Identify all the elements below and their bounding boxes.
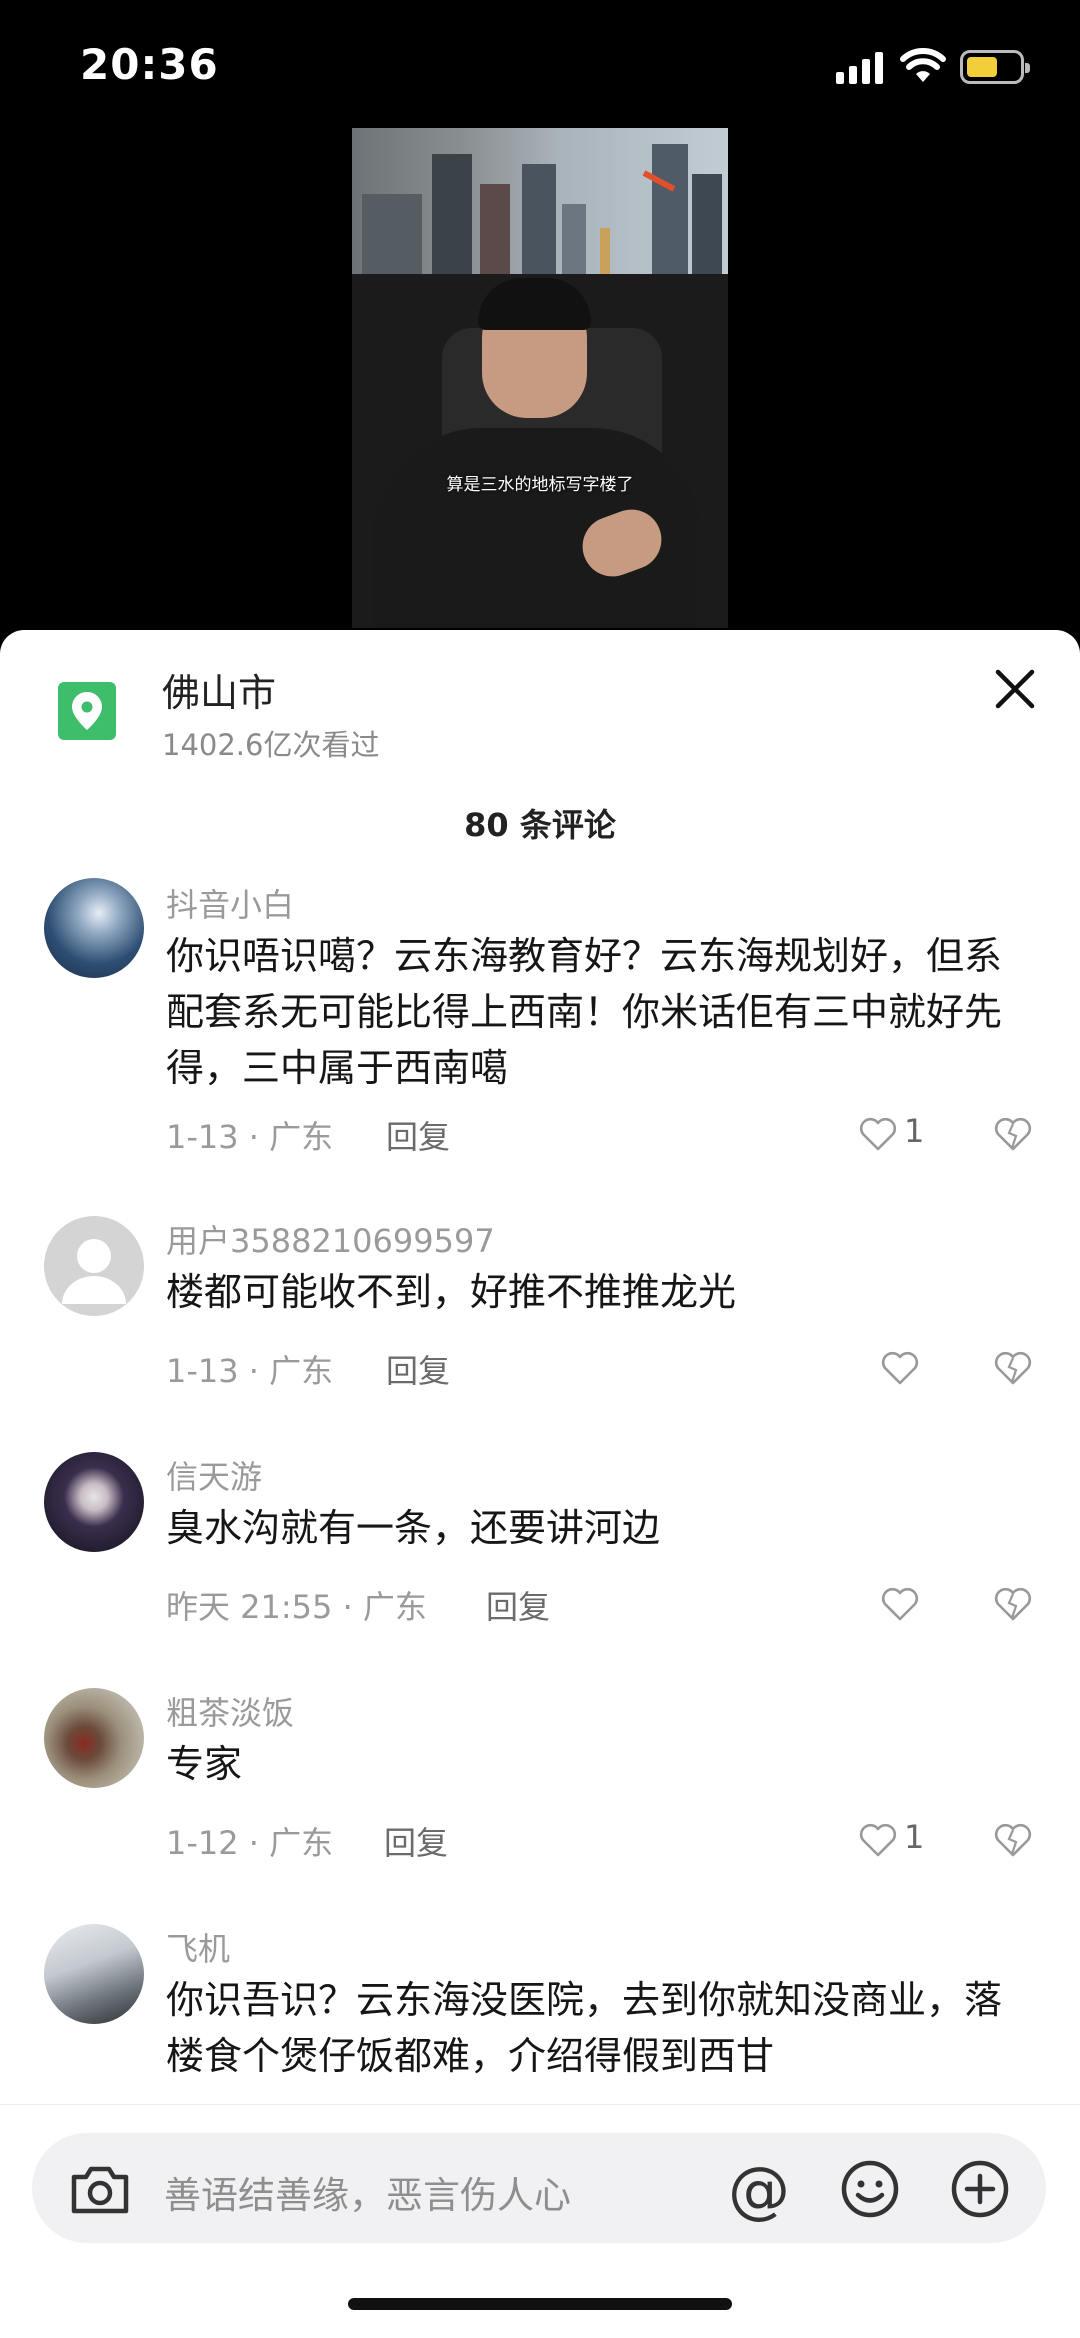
comment-text: 楼都可能收不到，好推不推推龙光 bbox=[166, 1270, 737, 1314]
broken-heart-icon[interactable] bbox=[993, 1114, 1033, 1154]
heart-icon[interactable] bbox=[858, 1114, 898, 1154]
close-icon[interactable] bbox=[990, 664, 1040, 714]
comment-text: 臭水沟就有一条，还要讲河边 bbox=[166, 1506, 661, 1550]
location-views: 1402.6亿次看过 bbox=[162, 728, 380, 762]
camera-icon[interactable] bbox=[68, 2161, 132, 2217]
status-time: 20:36 bbox=[80, 40, 219, 89]
comment-text: 你识唔识噶？云东海教育好？云东海规划好，但系配套系无可能比得上西南！你米话佢有三… bbox=[166, 934, 1003, 1090]
comment-text: 专家 bbox=[166, 1742, 243, 1786]
video-player[interactable]: 算是三水的地标写字楼了 bbox=[352, 128, 728, 628]
heart-icon[interactable] bbox=[880, 1348, 920, 1388]
reply-button[interactable]: 回复 bbox=[486, 1582, 550, 1628]
home-indicator[interactable] bbox=[348, 2298, 732, 2310]
reply-button[interactable]: 回复 bbox=[386, 1346, 450, 1392]
at-icon[interactable]: @ bbox=[728, 2153, 790, 2226]
battery-icon bbox=[960, 50, 1030, 84]
comment-text: 你识吾识？云东海没医院，去到你就知没商业，落楼食个煲仔饭都难，介绍得假到西甘 bbox=[166, 1978, 1003, 2078]
video-caption: 算是三水的地标写字楼了 bbox=[446, 475, 634, 495]
comment-meta: 1-13 · 广东 bbox=[166, 1118, 334, 1156]
comment-meta: 1-13 · 广东 bbox=[166, 1352, 334, 1390]
emoji-icon[interactable] bbox=[840, 2159, 900, 2219]
comment-username[interactable]: 抖音小白 bbox=[166, 880, 294, 926]
like-count: 1 bbox=[904, 1112, 925, 1150]
comment-username[interactable]: 飞机 bbox=[166, 1924, 230, 1970]
avatar[interactable] bbox=[44, 1452, 144, 1552]
comment-username[interactable]: 信天游 bbox=[166, 1452, 262, 1498]
plus-icon[interactable] bbox=[950, 2159, 1010, 2219]
like-count: 1 bbox=[904, 1818, 925, 1856]
video-inset-photo bbox=[352, 128, 728, 274]
comment-meta: 1-12 · 广东 bbox=[166, 1824, 334, 1862]
comment-meta: 昨天 21:55 · 广东 bbox=[166, 1588, 427, 1626]
avatar[interactable] bbox=[44, 878, 144, 978]
reply-button[interactable]: 回复 bbox=[386, 1112, 450, 1158]
heart-icon[interactable] bbox=[880, 1584, 920, 1624]
avatar[interactable] bbox=[44, 1688, 144, 1788]
comment-username[interactable]: 用户3588210699597 bbox=[166, 1216, 495, 1262]
broken-heart-icon[interactable] bbox=[993, 1820, 1033, 1860]
comment-username[interactable]: 粗茶淡饭 bbox=[166, 1688, 294, 1734]
avatar[interactable] bbox=[44, 1924, 144, 2024]
wifi-icon bbox=[900, 48, 946, 82]
location-pin-icon[interactable] bbox=[58, 682, 116, 740]
heart-icon[interactable] bbox=[858, 1820, 898, 1860]
broken-heart-icon[interactable] bbox=[993, 1348, 1033, 1388]
broken-heart-icon[interactable] bbox=[993, 1584, 1033, 1624]
status-bar: 20:36 bbox=[0, 0, 1080, 130]
comments-sheet: 佛山市 1402.6亿次看过 80 条评论 抖音小白 你识唔识噶？云东海教育好？… bbox=[0, 630, 1080, 2337]
input-placeholder: 善语结善缘，恶言伤人心 bbox=[164, 2174, 571, 2217]
location-title[interactable]: 佛山市 bbox=[162, 662, 276, 717]
signal-icon bbox=[836, 52, 883, 84]
reply-button[interactable]: 回复 bbox=[384, 1818, 448, 1864]
comment-count: 80 条评论 bbox=[464, 806, 616, 844]
avatar[interactable] bbox=[44, 1216, 144, 1316]
comment-input[interactable]: 善语结善缘，恶言伤人心 @ bbox=[32, 2133, 1046, 2243]
